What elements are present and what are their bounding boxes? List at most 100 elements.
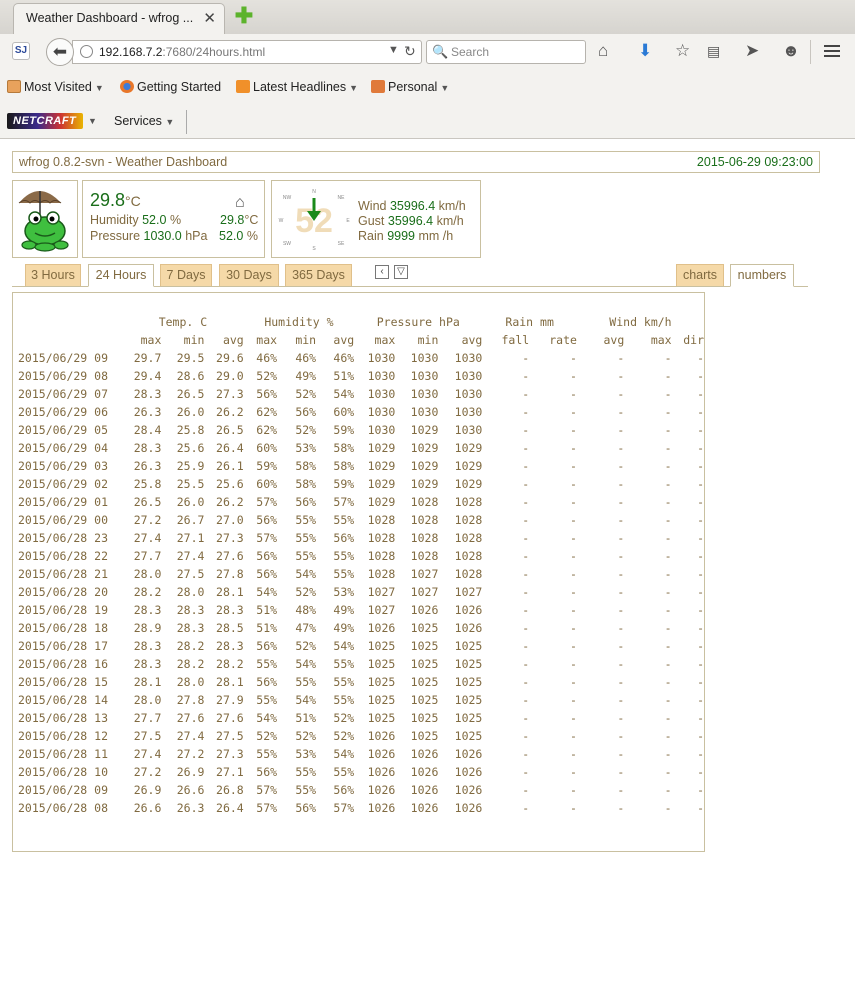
hamburger-menu-icon[interactable]	[824, 42, 840, 58]
table-cell: 27.4	[176, 549, 205, 563]
tab-24-hours[interactable]: 24 Hours	[88, 264, 154, 287]
bookmark-getting-started[interactable]: Getting Started	[120, 80, 221, 94]
previous-period-button[interactable]: ‹	[375, 265, 389, 279]
netcraft-logo[interactable]: NETCRAFT	[7, 113, 83, 129]
table-cell: 27.6	[176, 711, 205, 725]
table-cell: 1025	[367, 657, 396, 671]
table-cell: -	[569, 405, 577, 419]
bookmark-latest-headlines[interactable]: Latest Headlines ▼	[236, 80, 358, 94]
search-icon: 🔍	[432, 44, 449, 59]
table-cell: -	[664, 711, 672, 725]
table-cell: -	[522, 783, 530, 797]
current-datetime: 2015-06-29 09:23:00	[696, 155, 813, 169]
period-dropdown-button[interactable]: ▽	[394, 265, 408, 279]
row-timestamp: 2015/06/28 09	[18, 783, 109, 797]
tab-3-hours[interactable]: 3 Hours	[25, 264, 81, 286]
row-timestamp: 2015/06/28 11	[18, 747, 109, 761]
table-cell: 27.3	[216, 747, 244, 761]
firefox-icon	[120, 80, 134, 93]
table-cell: -	[569, 567, 577, 581]
compass-n: N	[312, 189, 316, 195]
back-button[interactable]: ⬅	[46, 38, 74, 66]
table-cell: -	[522, 711, 530, 725]
emoji-icon[interactable]: ☻	[782, 42, 800, 60]
table-cell: 52%	[295, 423, 317, 437]
table-cell: 26.6	[176, 783, 205, 797]
table-cell: -	[617, 495, 625, 509]
table-cell: 1029	[410, 459, 439, 473]
reading-list-icon[interactable]: ▤	[707, 42, 720, 60]
table-cell: 55%	[333, 513, 355, 527]
tab-7-days[interactable]: 7 Days	[160, 264, 212, 286]
row-timestamp: 2015/06/28 12	[18, 729, 109, 743]
browser-tab[interactable]: Weather Dashboard - wfrog ... ✕	[13, 3, 225, 34]
table-cell: -	[697, 531, 704, 545]
url-dropdown-icon[interactable]: ▼	[388, 44, 399, 56]
tab-30-days[interactable]: 30 Days	[219, 264, 279, 286]
table-cell: 28.2	[133, 585, 162, 599]
most-visited-icon	[7, 80, 21, 93]
table-cell: 26.4	[216, 441, 244, 455]
url-text[interactable]: 192.168.7.2:7680/24hours.html	[99, 45, 265, 59]
url-bar[interactable]: 192.168.7.2:7680/24hours.html ▼ ↻	[72, 40, 422, 64]
table-cell: -	[617, 711, 625, 725]
table-cell: 28.0	[176, 675, 205, 689]
pressure-row: Pressure 1030.0 hPa	[90, 229, 208, 243]
tab-365-days[interactable]: 365 Days	[285, 264, 352, 286]
table-row: 2015/06/28 19 28.3 28.3 28.3 51% 48% 49% 1027 10…	[18, 601, 704, 619]
table-cell: 26.7	[176, 513, 205, 527]
table-cell: 1025	[454, 693, 483, 707]
table-cell: 1027	[410, 585, 439, 599]
globe-icon[interactable]	[80, 45, 93, 58]
table-cell: 26.5	[133, 495, 162, 509]
search-input[interactable]: 🔍 Search	[426, 40, 586, 64]
send-icon[interactable]: ➤	[745, 42, 759, 60]
table-cell: 56%	[256, 765, 278, 779]
table-cell: -	[617, 441, 625, 455]
table-cell: 49%	[295, 369, 317, 383]
table-row: 2015/06/29 02 25.8 25.5 25.6 60% 58% 59% 1029 10…	[18, 475, 704, 493]
table-cell: -	[664, 585, 672, 599]
table-cell: -	[664, 729, 672, 743]
frog-umbrella-icon	[18, 191, 69, 252]
site-identity-icon[interactable]: SJ	[12, 42, 30, 60]
home-icon[interactable]: ⌂	[598, 42, 608, 60]
table-cell: 1026	[367, 621, 396, 635]
bookmark-star-icon[interactable]: ☆	[675, 42, 690, 60]
row-timestamp: 2015/06/28 19	[18, 603, 109, 617]
table-cell: -	[664, 765, 672, 779]
window-titlebar: Weather Dashboard - wfrog ... ✕ ✚	[0, 0, 855, 35]
bookmark-personal[interactable]: Personal ▼	[371, 80, 449, 94]
table-cell: 52%	[333, 711, 355, 725]
table-cell: -	[522, 477, 530, 491]
table-cell: -	[697, 459, 704, 473]
rain-row: Rain 9999 mm /h	[358, 229, 454, 243]
table-row: 2015/06/29 07 28.3 26.5 27.3 56% 52% 54% 1030 10…	[18, 385, 704, 403]
bookmark-most-visited[interactable]: Most Visited ▼	[7, 80, 104, 94]
table-cell: 28.5	[216, 621, 244, 635]
group-rain: Rain mm	[505, 315, 554, 329]
table-cell: 27.6	[216, 711, 244, 725]
table-cell: -	[569, 513, 577, 527]
table-cell: -	[697, 765, 704, 779]
table-cell: 1026	[410, 783, 439, 797]
reload-icon[interactable]: ↻	[404, 43, 416, 60]
download-icon[interactable]: ⬇	[638, 42, 652, 60]
table-cell: 46%	[295, 351, 317, 365]
table-row: 2015/06/28 11 27.4 27.2 27.3 55% 53% 54% 1026 10…	[18, 745, 704, 763]
tab-charts[interactable]: charts	[676, 264, 724, 286]
tab-numbers[interactable]: numbers	[730, 264, 794, 287]
column-header: rate	[549, 333, 577, 347]
column-header: max	[140, 333, 162, 347]
netcraft-dropdown-icon[interactable]: ▼	[88, 116, 97, 126]
new-tab-icon[interactable]: ✚	[234, 5, 254, 27]
table-cell: 62%	[256, 405, 278, 419]
services-menu[interactable]: Services ▼	[114, 114, 174, 128]
table-cell: 1028	[454, 495, 483, 509]
table-cell: 56%	[256, 675, 278, 689]
table-cell: -	[522, 747, 530, 761]
table-cell: 28.4	[133, 423, 162, 437]
table-cell: -	[569, 621, 577, 635]
close-tab-icon[interactable]: ✕	[203, 9, 216, 27]
table-cell: 55%	[333, 675, 355, 689]
